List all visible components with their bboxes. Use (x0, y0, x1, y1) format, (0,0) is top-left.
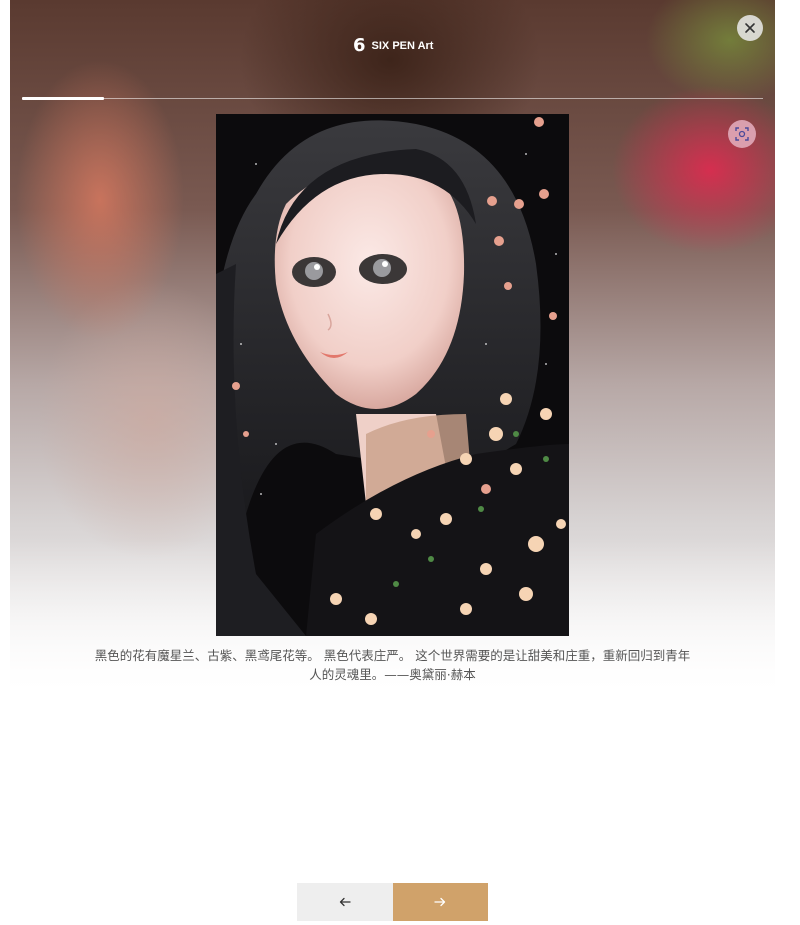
arrow-right-icon (434, 897, 446, 907)
scan-icon (735, 127, 749, 141)
brand-header: 6 SIX PEN Art (353, 36, 433, 56)
next-button[interactable] (392, 883, 488, 921)
artwork-image (216, 114, 569, 636)
arrow-left-icon (339, 897, 351, 907)
previous-button[interactable] (297, 883, 393, 921)
story-progress-track (22, 97, 763, 100)
scan-button[interactable] (728, 120, 756, 148)
story-progress-fill (22, 97, 104, 100)
close-icon (745, 23, 755, 33)
close-button[interactable] (737, 15, 763, 41)
brand-logo: 6 (353, 35, 366, 56)
pager-nav (297, 883, 488, 921)
artwork-caption: 黑色的花有魔星兰、古紫、黑鸢尾花等。 黑色代表庄严。 这个世界需要的是让甜美和庄… (94, 648, 691, 682)
brand-name: SIX PEN Art (371, 40, 434, 52)
viewer-page: 6 SIX PEN Art 黑色的花有魔星兰、古紫、黑鸢尾花等。 黑色代表庄严。… (0, 0, 800, 925)
